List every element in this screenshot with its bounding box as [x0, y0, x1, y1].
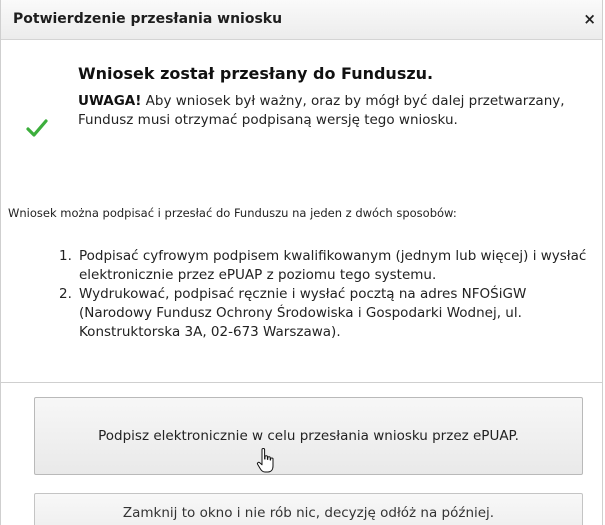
warning-label: UWAGA! [78, 93, 142, 109]
list-item-number: 1. [59, 248, 72, 264]
close-later-button[interactable]: Zamknij to okno i nie rób nic, decyzję o… [34, 493, 583, 525]
list-item: 1. Podpisać cyfrowym podpisem kwalifikow… [59, 247, 599, 285]
success-heading: Wniosek został przesłany do Funduszu. [78, 64, 434, 83]
warning-message: UWAGA! Aby wniosek był ważny, oraz by mó… [78, 92, 588, 130]
list-item-text: Wydrukować, podpisać ręcznie i wysłać po… [79, 286, 527, 340]
list-item: 2. Wydrukować, podpisać ręcznie i wysłać… [59, 285, 599, 342]
list-item-text: Podpisać cyfrowym podpisem kwalifikowany… [79, 248, 587, 283]
divider [1, 382, 602, 383]
sign-epuap-button[interactable]: Podpisz elektronicznie w celu przesłania… [34, 397, 583, 475]
confirmation-dialog: Potwierdzenie przesłania wniosku × Wnios… [0, 0, 603, 525]
instructions-list: 1. Podpisać cyfrowym podpisem kwalifikow… [59, 247, 599, 342]
warning-text: Aby wniosek był ważny, oraz by mógł być … [78, 93, 565, 128]
close-icon[interactable]: × [583, 11, 596, 27]
checkmark-icon [26, 119, 48, 137]
dialog-title: Potwierdzenie przesłania wniosku [13, 11, 283, 27]
hand-cursor-icon [256, 448, 274, 473]
list-item-number: 2. [59, 286, 72, 302]
dialog-titlebar: Potwierdzenie przesłania wniosku × [1, 0, 602, 40]
instructions-intro: Wniosek można podpisać i przesłać do Fun… [8, 206, 457, 220]
